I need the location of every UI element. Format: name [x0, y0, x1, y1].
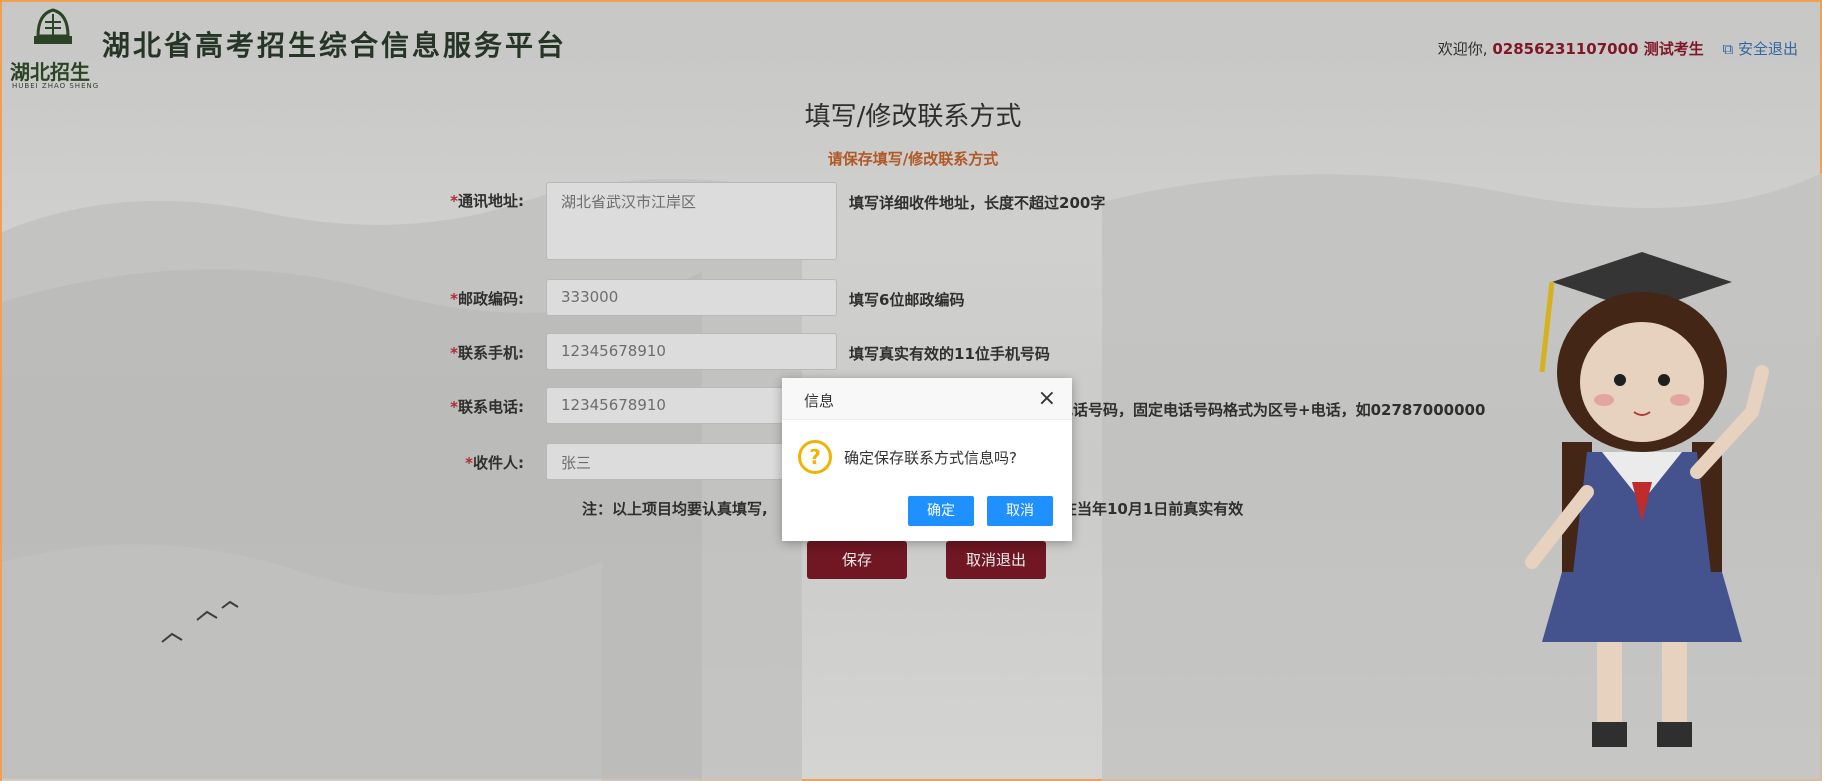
dialog-body: ? 确定保存联系方式信息吗?	[798, 440, 1017, 474]
dialog-title: 信息	[804, 392, 835, 410]
dialog-message: 确定保存联系方式信息吗?	[844, 448, 1017, 467]
close-icon[interactable]: ×	[1038, 386, 1056, 411]
dialog-ok-button[interactable]: 确定	[908, 496, 974, 526]
dialog-cancel-button[interactable]: 取消	[987, 496, 1053, 526]
dialog-header: 信息 ×	[782, 378, 1072, 420]
confirm-dialog: 信息 × ? 确定保存联系方式信息吗? 确定 取消	[782, 378, 1072, 541]
question-icon: ?	[798, 440, 832, 474]
